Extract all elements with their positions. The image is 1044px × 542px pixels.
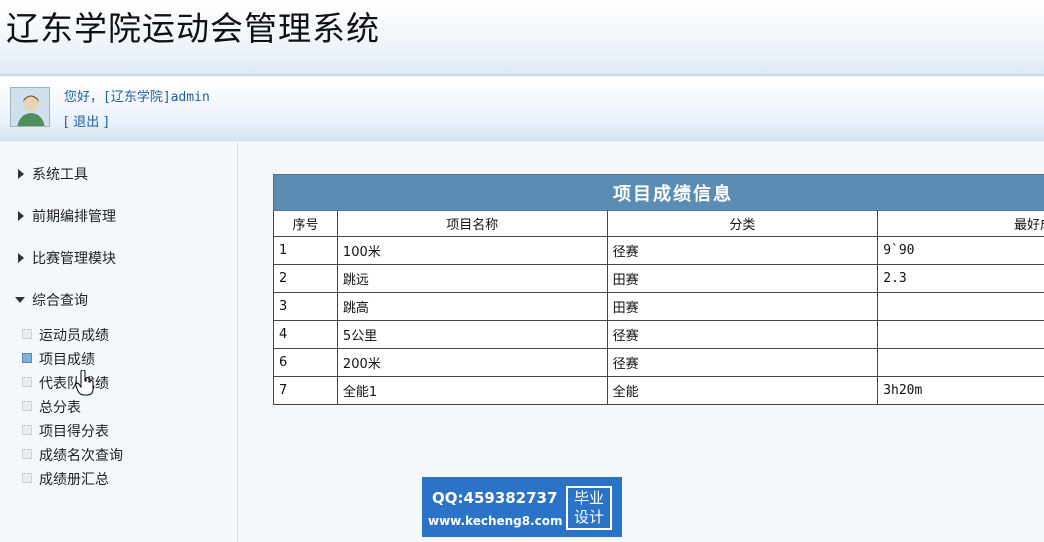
sidebar-item-label: 成绩名次查询 bbox=[39, 448, 123, 464]
sidebar-item-total-score-table[interactable]: 总分表 bbox=[0, 394, 238, 418]
sidebar-item-label: 项目成绩 bbox=[39, 352, 95, 368]
table-cell: 100米 bbox=[336, 236, 608, 265]
table-row: 6 200米 径赛 bbox=[273, 348, 1044, 377]
bullet-icon bbox=[22, 473, 32, 483]
watermark-badge-line2: 设计 bbox=[573, 508, 604, 526]
table-cell bbox=[877, 292, 1044, 321]
sidebar-item-label: 总分表 bbox=[39, 400, 81, 416]
table-row: 1 100米 径赛 9`90 bbox=[273, 236, 1044, 265]
user-greeting: 您好，[辽东学院]admin bbox=[64, 90, 210, 105]
watermark-url: www.kecheng8.com bbox=[428, 514, 563, 528]
table-caption-row: 项目成绩信息 bbox=[273, 174, 1044, 211]
table-cell: 2.3 bbox=[877, 264, 1044, 293]
sidebar-group-system-tools[interactable]: 系统工具 bbox=[0, 150, 238, 184]
bullet-icon bbox=[22, 449, 32, 459]
table-cell: 5公里 bbox=[336, 320, 608, 349]
sidebar-item-label: 项目得分表 bbox=[39, 424, 109, 440]
table-cell: 跳高 bbox=[336, 292, 608, 321]
table-cell: 1 bbox=[273, 236, 338, 265]
table-cell: 6 bbox=[273, 348, 338, 377]
sidebar-group-label: 比赛管理模块 bbox=[32, 251, 116, 267]
table-cell: 3 bbox=[273, 292, 338, 321]
sidebar-item-ranking-query[interactable]: 成绩名次查询 bbox=[0, 442, 238, 466]
sidebar-item-label: 运动员成绩 bbox=[39, 328, 109, 344]
table-row: 4 5公里 径赛 bbox=[273, 320, 1044, 349]
watermark-badge: 毕业 设计 bbox=[566, 486, 612, 530]
sidebar-group-query[interactable]: 综合查询 bbox=[0, 276, 238, 310]
table-cell: 9`90 bbox=[877, 236, 1044, 265]
table-header-row: 序号 项目名称 分类 最好成绩 bbox=[273, 210, 1044, 237]
sidebar: 系统工具 前期编排管理 比赛管理模块 综合查询 运动员成绩 项目成绩 代表队成绩… bbox=[0, 142, 238, 542]
table-row: 3 跳高 田赛 bbox=[273, 292, 1044, 321]
table-cell: 4 bbox=[273, 320, 338, 349]
sidebar-item-team-scores[interactable]: 代表队成绩 bbox=[0, 370, 238, 394]
app-title: 辽东学院运动会管理系统 bbox=[6, 9, 380, 48]
chevron-down-icon bbox=[15, 297, 25, 303]
column-header: 最好成绩 bbox=[877, 210, 1044, 237]
sidebar-item-label: 成绩册汇总 bbox=[39, 472, 109, 488]
sidebar-item-event-points-table[interactable]: 项目得分表 bbox=[0, 418, 238, 442]
app-header: 辽东学院运动会管理系统 bbox=[0, 0, 1044, 76]
table-cell: 全能 bbox=[606, 376, 879, 405]
sidebar-item-athlete-scores[interactable]: 运动员成绩 bbox=[0, 322, 238, 346]
sidebar-group-match-management[interactable]: 比赛管理模块 bbox=[0, 234, 238, 268]
sidebar-group-label: 前期编排管理 bbox=[32, 209, 116, 225]
table-cell: 7 bbox=[273, 376, 338, 405]
table-row: 7 全能1 全能 3h20m bbox=[273, 376, 1044, 405]
table-cell: 200米 bbox=[336, 348, 608, 377]
table-cell: 田赛 bbox=[606, 264, 879, 293]
bullet-icon bbox=[22, 401, 32, 411]
table-cell: 田赛 bbox=[606, 292, 879, 321]
event-scores-table: 项目成绩信息 序号 项目名称 分类 最好成绩 1 100米 径赛 9`90 2 … bbox=[273, 174, 1044, 405]
table-cell: 3h20m bbox=[877, 376, 1044, 405]
table-cell bbox=[877, 348, 1044, 377]
sidebar-item-score-book[interactable]: 成绩册汇总 bbox=[0, 466, 238, 490]
main-content: 项目成绩信息 序号 项目名称 分类 最好成绩 1 100米 径赛 9`90 2 … bbox=[239, 142, 1044, 542]
watermark-banner: QQ:459382737 www.kecheng8.com 毕业 设计 bbox=[422, 477, 622, 537]
bullet-icon bbox=[22, 377, 32, 387]
table-title: 项目成绩信息 bbox=[273, 174, 1044, 211]
user-bar: 您好，[辽东学院]admin [ 退出 ] bbox=[0, 77, 1044, 141]
table-cell: 全能1 bbox=[336, 376, 608, 405]
chevron-right-icon bbox=[18, 253, 24, 263]
table-row: 2 跳远 田赛 2.3 bbox=[273, 264, 1044, 293]
table-cell bbox=[877, 320, 1044, 349]
table-cell: 2 bbox=[273, 264, 338, 293]
column-header: 分类 bbox=[606, 210, 879, 237]
chevron-right-icon bbox=[18, 211, 24, 221]
bullet-icon bbox=[22, 353, 32, 363]
watermark-qq: QQ:459382737 bbox=[432, 489, 558, 507]
sidebar-item-label: 代表队成绩 bbox=[39, 376, 109, 392]
sidebar-group-label: 综合查询 bbox=[32, 293, 88, 309]
chevron-right-icon bbox=[18, 169, 24, 179]
hand-cursor-icon bbox=[75, 370, 94, 396]
table-cell: 跳远 bbox=[336, 264, 608, 293]
column-header: 序号 bbox=[273, 210, 338, 237]
column-header: 项目名称 bbox=[336, 210, 608, 237]
logout-link[interactable]: [ 退出 ] bbox=[64, 111, 108, 130]
sidebar-group-label: 系统工具 bbox=[32, 167, 88, 183]
table-cell: 径赛 bbox=[606, 320, 879, 349]
sidebar-item-event-scores[interactable]: 项目成绩 bbox=[0, 346, 238, 370]
sidebar-group-scheduling[interactable]: 前期编排管理 bbox=[0, 192, 238, 226]
bullet-icon bbox=[22, 329, 32, 339]
bullet-icon bbox=[22, 425, 32, 435]
watermark-badge-line1: 毕业 bbox=[573, 489, 604, 507]
table-cell: 径赛 bbox=[606, 348, 879, 377]
table-cell: 径赛 bbox=[606, 236, 879, 265]
avatar bbox=[10, 87, 50, 127]
